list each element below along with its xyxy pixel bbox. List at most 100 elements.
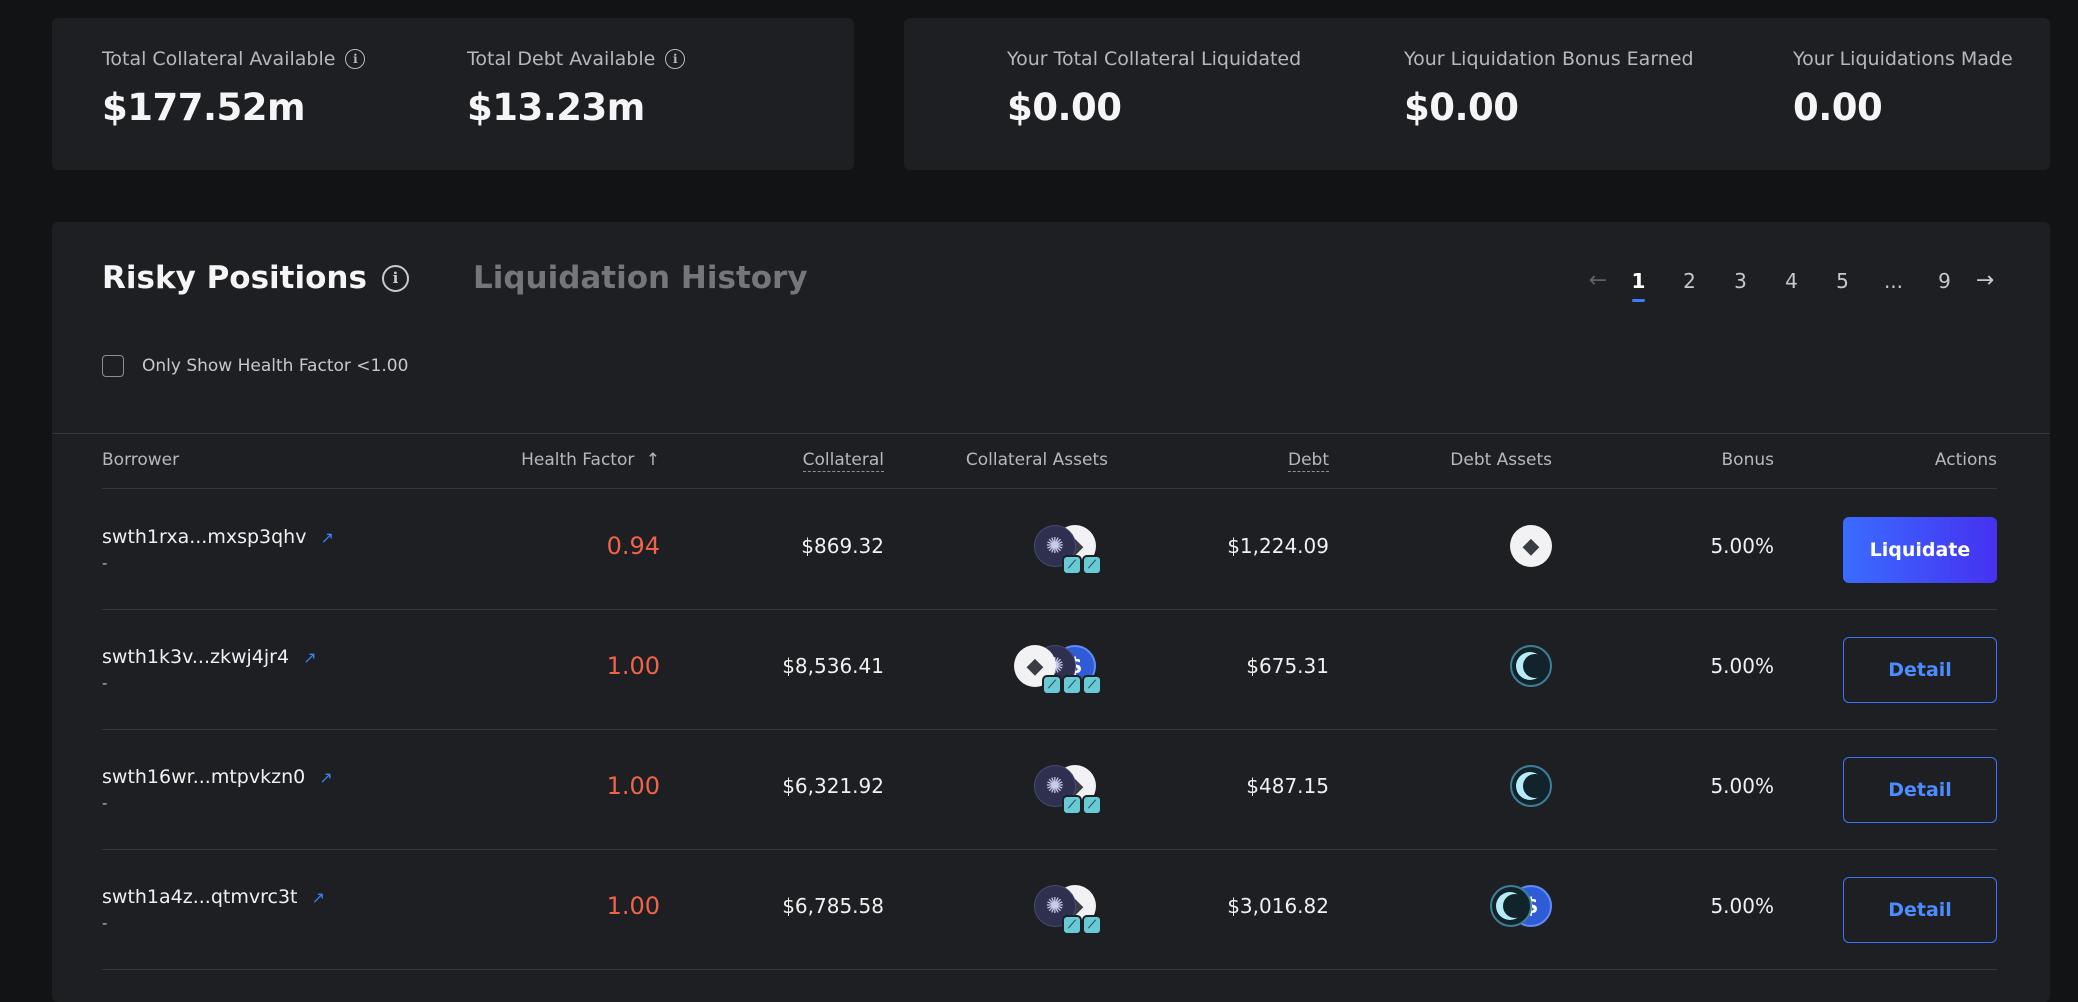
collateral-assets: ✺⟋◆⟋ (1034, 525, 1108, 575)
external-link-icon[interactable]: ↗ (320, 528, 333, 547)
debt-value: $675.31 (1246, 654, 1329, 678)
borrower-address-text[interactable]: swth1a4z...qtmvrc3t (102, 886, 297, 908)
sort-arrow-up-icon[interactable]: ↑ (646, 450, 660, 470)
header-debt-assets: Debt Assets (1450, 450, 1552, 470)
header-bonus: Bonus (1721, 450, 1774, 470)
health-factor-filter-label: Only Show Health Factor <1.00 (142, 356, 409, 376)
collateral-liquidated-stat: Your Total Collateral Liquidated $0.00 (1007, 48, 1301, 129)
bonus-earned-label: Your Liquidation Bonus Earned (1404, 48, 1694, 70)
health-factor-value: 1.00 (606, 772, 660, 800)
table-row: swth1k3v...zkwj4jr4 ↗ - 1.00 $8,536.41 $675.3… (102, 610, 1997, 730)
detail-button[interactable]: Detail (1843, 757, 1997, 823)
crescent-token-icon (1510, 645, 1552, 687)
collateral-value: $6,321.92 (782, 774, 884, 798)
tab-risky-positions[interactable]: Risky Positions (102, 260, 367, 296)
borrower-address[interactable]: swth16wr...mtpvkzn0 ↗ (102, 766, 333, 788)
header-health-factor-label: Health Factor (521, 450, 635, 470)
header-collateral-assets: Collateral Assets (965, 450, 1108, 470)
borrower-address-text[interactable]: swth1k3v...zkwj4jr4 (102, 646, 289, 668)
collateral-value: $869.32 (801, 534, 884, 558)
total-collateral-stat: Total Collateral Available i $177.52m (102, 48, 366, 129)
page-9-button[interactable]: 9 (1919, 266, 1970, 302)
debt-assets: $ (1490, 885, 1552, 935)
header-debt[interactable]: Debt (1287, 450, 1329, 472)
liquidations-made-value: 0.00 (1793, 86, 1883, 129)
collateral-value: $8,536.41 (782, 654, 884, 678)
stats-row: Total Collateral Available i $177.52m To… (52, 18, 2050, 170)
borrower-address[interactable]: swth1a4z...qtmvrc3t ↗ (102, 886, 325, 908)
collateral-badge-icon: ⟋ (1062, 915, 1082, 935)
borrower-address[interactable]: swth1rxa...mxsp3qhv ↗ (102, 526, 334, 548)
health-factor-filter[interactable]: Only Show Health Factor <1.00 (102, 355, 408, 377)
external-link-icon[interactable]: ↗ (303, 648, 316, 667)
page-5-button[interactable]: 5 (1817, 266, 1868, 302)
borrower-subtext: - (102, 914, 108, 932)
health-factor-value: 1.00 (606, 652, 660, 680)
borrower-subtext: - (102, 794, 108, 812)
available-stats-card: Total Collateral Available i $177.52m To… (52, 18, 854, 170)
borrower-address-text[interactable]: swth1rxa...mxsp3qhv (102, 526, 306, 548)
health-factor-value: 0.94 (606, 532, 660, 560)
page-1-button[interactable]: 1 (1613, 266, 1664, 302)
bonus-value: 5.00% (1710, 654, 1774, 678)
liquidate-button[interactable]: Liquidate (1843, 517, 1997, 583)
crescent-token-icon (1510, 765, 1552, 807)
collateral-assets: ✺⟋◆⟋ (1034, 885, 1108, 935)
bonus-earned-value: $0.00 (1404, 86, 1519, 129)
tab-liquidation-history[interactable]: Liquidation History (473, 260, 808, 296)
borrower-subtext: - (102, 674, 108, 692)
borrower-address-text[interactable]: swth16wr...mtpvkzn0 (102, 766, 305, 788)
bonus-value: 5.00% (1710, 894, 1774, 918)
collateral-badge-icon: ⟋ (1062, 555, 1082, 575)
external-link-icon[interactable]: ↗ (311, 888, 324, 907)
page-2-button[interactable]: 2 (1664, 266, 1715, 302)
debt-assets: ◆ (1510, 525, 1552, 575)
external-link-icon[interactable]: ↗ (319, 768, 332, 787)
header-collateral[interactable]: Collateral (802, 450, 884, 472)
collateral-badge-icon: ⟋ (1082, 795, 1102, 815)
header-actions: Actions (1934, 450, 1997, 470)
borrower-subtext: - (102, 554, 108, 572)
detail-button[interactable]: Detail (1843, 637, 1997, 703)
collateral-badge-icon: ⟋ (1062, 675, 1082, 695)
page-ellipsis: ... (1883, 269, 1904, 293)
health-factor-value: 1.00 (606, 892, 660, 920)
table-row: swth1rxa...mxsp3qhv ↗ - 0.94 $869.32 $1,224.0… (102, 490, 1997, 610)
tab-bar: Risky Positions i Liquidation History (102, 260, 808, 296)
page-4-button[interactable]: 4 (1766, 266, 1817, 302)
detail-button[interactable]: Detail (1843, 877, 1997, 943)
health-factor-checkbox[interactable] (102, 355, 124, 377)
collateral-badge-icon: ⟋ (1082, 675, 1102, 695)
prev-page-arrow-icon[interactable]: ← (1583, 266, 1613, 302)
info-icon[interactable]: i (345, 49, 366, 69)
total-collateral-label: Total Collateral Available (102, 48, 336, 70)
collateral-liquidated-value: $0.00 (1007, 86, 1122, 129)
liquidations-made-label: Your Liquidations Made (1793, 48, 2013, 70)
collateral-assets: ✺⟋◆⟋ (1034, 765, 1108, 815)
borrower-address[interactable]: swth1k3v...zkwj4jr4 ↗ (102, 646, 316, 668)
bonus-value: 5.00% (1710, 774, 1774, 798)
info-icon[interactable]: i (665, 49, 686, 69)
header-health-factor[interactable]: Health Factor ↑ (521, 450, 660, 470)
bonus-earned-stat: Your Liquidation Bonus Earned $0.00 (1404, 48, 1694, 129)
total-debt-label: Total Debt Available (467, 48, 656, 70)
user-liquidation-stats-card: Your Total Collateral Liquidated $0.00 Y… (904, 18, 2050, 170)
collateral-badge-icon: ⟋ (1082, 555, 1102, 575)
info-icon[interactable]: i (381, 264, 409, 292)
total-collateral-value: $177.52m (102, 86, 306, 129)
collateral-liquidated-label: Your Total Collateral Liquidated (1007, 48, 1302, 70)
page-3-button[interactable]: 3 (1715, 266, 1766, 302)
next-page-arrow-icon[interactable]: → (1970, 266, 2000, 302)
table-row: swth1a4z...qtmvrc3t ↗ - 1.00 $6,785.58 $3,016… (102, 850, 1997, 970)
crescent-token-icon (1490, 885, 1532, 927)
positions-card: Risky Positions i Liquidation History ← … (52, 222, 2050, 1002)
pagination: ← 1 2 3 4 5 ... 9 → (1583, 266, 2000, 302)
debt-assets (1510, 645, 1552, 695)
collateral-badge-icon: ⟋ (1062, 795, 1082, 815)
collateral-assets: ◆⟋✺⟋$⟋ (1014, 645, 1108, 695)
debt-value: $3,016.82 (1227, 894, 1329, 918)
header-borrower: Borrower (102, 450, 180, 470)
table-row: swth16wr...mtpvkzn0 ↗ - 1.00 $6,321.92 $487.1… (102, 730, 1997, 850)
header-divider (102, 488, 1997, 489)
divider (52, 433, 2050, 434)
